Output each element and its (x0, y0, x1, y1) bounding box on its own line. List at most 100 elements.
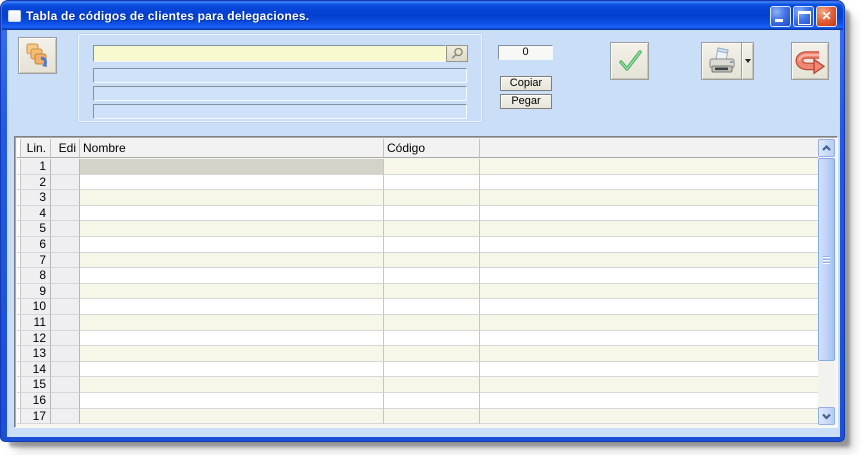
print-main-area[interactable] (702, 43, 741, 79)
cell-codigo[interactable] (384, 331, 480, 347)
browse-records-button[interactable] (18, 37, 57, 74)
table-row[interactable]: 16 (17, 393, 820, 409)
cell-extra (480, 284, 820, 300)
table-row[interactable]: 12 (17, 331, 820, 347)
cell-nombre[interactable] (80, 377, 384, 393)
print-options-dropdown[interactable] (741, 43, 753, 79)
cell-nombre[interactable] (80, 362, 384, 378)
table-row[interactable]: 10 (17, 299, 820, 315)
cell-nombre[interactable] (80, 346, 384, 362)
cell-codigo[interactable] (384, 393, 480, 409)
cell-nombre[interactable] (80, 253, 384, 269)
cell-edi[interactable] (51, 362, 80, 378)
cell-codigo[interactable] (384, 377, 480, 393)
table-row[interactable]: 4 (17, 206, 820, 222)
cascade-records-icon (25, 42, 51, 70)
cell-edi[interactable] (51, 393, 80, 409)
header-edi[interactable]: Edi (51, 139, 80, 157)
codes-table: Lin. Edi Nombre Código 12345678910111213… (14, 136, 838, 428)
cell-edi[interactable] (51, 299, 80, 315)
cell-codigo[interactable] (384, 362, 480, 378)
close-button[interactable] (816, 6, 837, 27)
cell-lin: 10 (21, 299, 51, 315)
cell-nombre[interactable] (80, 299, 384, 315)
cell-lin: 15 (21, 377, 51, 393)
scrollbar-thumb[interactable] (818, 158, 835, 361)
cell-nombre[interactable] (80, 315, 384, 331)
cell-codigo[interactable] (384, 221, 480, 237)
header-codigo[interactable]: Código (384, 139, 480, 157)
search-input[interactable] (93, 45, 446, 62)
printer-icon (706, 46, 738, 76)
cell-edi[interactable] (51, 284, 80, 300)
cell-codigo[interactable] (384, 253, 480, 269)
table-row[interactable]: 7 (17, 253, 820, 269)
cell-nombre[interactable] (80, 268, 384, 284)
cell-edi[interactable] (51, 190, 80, 206)
table-row[interactable]: 2 (17, 175, 820, 191)
header-nombre[interactable]: Nombre (80, 139, 384, 157)
table-row[interactable]: 11 (17, 315, 820, 331)
cell-codigo[interactable] (384, 315, 480, 331)
table-row[interactable]: 5 (17, 221, 820, 237)
cell-nombre[interactable] (80, 159, 384, 175)
cell-extra (480, 253, 820, 269)
green-check-icon (616, 48, 644, 74)
cell-edi[interactable] (51, 331, 80, 347)
scroll-down-button[interactable] (818, 407, 835, 425)
cell-edi[interactable] (51, 175, 80, 191)
table-row[interactable]: 15 (17, 377, 820, 393)
cell-nombre[interactable] (80, 206, 384, 222)
cell-nombre[interactable] (80, 393, 384, 409)
cell-codigo[interactable] (384, 284, 480, 300)
cell-edi[interactable] (51, 377, 80, 393)
paste-button[interactable]: Pegar (500, 94, 552, 109)
table-row[interactable]: 14 (17, 362, 820, 378)
cell-edi[interactable] (51, 409, 80, 425)
cell-nombre[interactable] (80, 221, 384, 237)
cell-edi[interactable] (51, 346, 80, 362)
accept-button[interactable] (610, 42, 649, 80)
cell-codigo[interactable] (384, 175, 480, 191)
cell-edi[interactable] (51, 315, 80, 331)
cell-nombre[interactable] (80, 190, 384, 206)
cell-extra (480, 221, 820, 237)
minimize-button[interactable] (770, 6, 791, 27)
titlebar[interactable]: Tabla de códigos de clientes para delega… (2, 2, 843, 30)
exit-button[interactable] (791, 42, 829, 80)
table-row[interactable]: 13 (17, 346, 820, 362)
cell-edi[interactable] (51, 206, 80, 222)
table-row[interactable]: 17 (17, 409, 820, 425)
cell-lin: 17 (21, 409, 51, 425)
cell-nombre[interactable] (80, 409, 384, 425)
cell-nombre[interactable] (80, 284, 384, 300)
cell-codigo[interactable] (384, 346, 480, 362)
cell-edi[interactable] (51, 221, 80, 237)
cell-edi[interactable] (51, 159, 80, 175)
vertical-scrollbar[interactable] (818, 139, 835, 425)
table-row[interactable]: 3 (17, 190, 820, 206)
cell-codigo[interactable] (384, 299, 480, 315)
cell-codigo[interactable] (384, 206, 480, 222)
cell-edi[interactable] (51, 237, 80, 253)
table-row[interactable]: 6 (17, 237, 820, 253)
maximize-button[interactable] (793, 6, 814, 27)
cell-edi[interactable] (51, 253, 80, 269)
cell-nombre[interactable] (80, 175, 384, 191)
table-row[interactable]: 1 (17, 159, 820, 175)
print-button[interactable] (701, 42, 754, 80)
cell-nombre[interactable] (80, 237, 384, 253)
cell-nombre[interactable] (80, 331, 384, 347)
table-row[interactable]: 8 (17, 268, 820, 284)
header-lin[interactable]: Lin. (21, 139, 51, 157)
table-row[interactable]: 9 (17, 284, 820, 300)
search-button[interactable] (446, 45, 468, 62)
cell-edi[interactable] (51, 268, 80, 284)
copy-button[interactable]: Copiar (500, 76, 552, 91)
cell-codigo[interactable] (384, 190, 480, 206)
cell-codigo[interactable] (384, 268, 480, 284)
cell-codigo[interactable] (384, 409, 480, 425)
scroll-up-button[interactable] (818, 139, 835, 157)
cell-codigo[interactable] (384, 159, 480, 175)
cell-codigo[interactable] (384, 237, 480, 253)
